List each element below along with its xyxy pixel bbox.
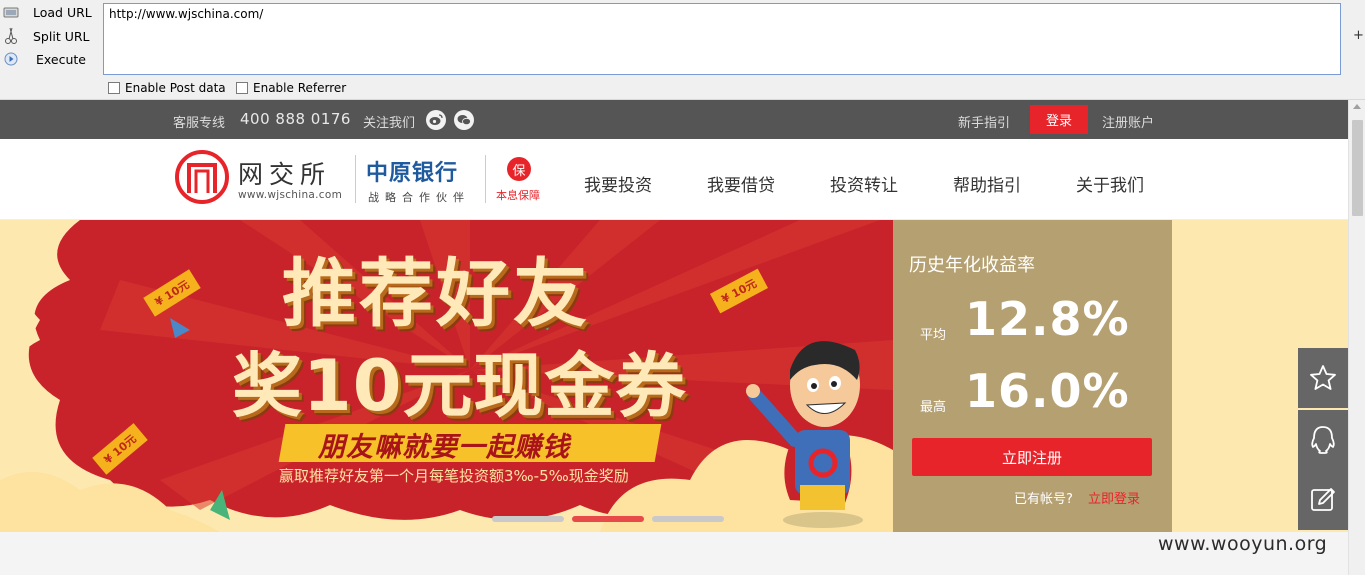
- nav-invest[interactable]: 我要投资: [584, 171, 652, 196]
- scroll-up-icon[interactable]: [1353, 104, 1361, 109]
- has-account-text: 已有帐号?: [1014, 492, 1073, 507]
- scrollbar-thumb[interactable]: [1352, 120, 1363, 216]
- split-url-label: Split URL: [33, 28, 90, 44]
- promo-headline-1: 推荐好友: [282, 251, 590, 337]
- login-now-link[interactable]: 立即登录: [1088, 488, 1140, 507]
- edit-icon: [1311, 488, 1335, 511]
- slide-dot[interactable]: [572, 516, 644, 522]
- expand-icon[interactable]: +: [1353, 28, 1364, 43]
- checkbox-box[interactable]: [108, 82, 120, 94]
- feedback-button[interactable]: [1298, 470, 1348, 530]
- checkbox-box[interactable]: [236, 82, 248, 94]
- star-icon: [1310, 365, 1336, 390]
- promo-slogan: 朋友嘛就要一起赚钱: [318, 432, 570, 463]
- url-input[interactable]: [103, 3, 1341, 75]
- newbie-guide-link[interactable]: 新手指引: [958, 112, 1010, 131]
- play-icon: [1, 49, 21, 69]
- guarantee-label: 本息保障: [496, 189, 540, 202]
- promo-banner[interactable]: 推荐好友 奖10元现金券 朋友嘛就要一起赚钱 赢取推荐好友第一个月每笔投资额3‰…: [0, 220, 1348, 532]
- enable-referrer-checkbox[interactable]: Enable Referrer: [236, 81, 346, 95]
- enable-referrer-label: Enable Referrer: [253, 81, 347, 95]
- nav-borrow[interactable]: 我要借贷: [707, 171, 775, 196]
- hackbar-toolbar: Load URL Split URL Execute + Enable Post…: [0, 0, 1365, 100]
- slide-dot[interactable]: [492, 516, 564, 522]
- divider: [485, 155, 486, 203]
- slide-indicators: [492, 516, 724, 522]
- promo-headline-2: 奖10元现金券: [232, 345, 687, 427]
- register-now-button[interactable]: 立即注册: [912, 438, 1152, 476]
- split-url-button[interactable]: Split URL: [0, 25, 90, 47]
- logo-url: www.wjschina.com: [238, 189, 343, 201]
- enable-post-label: Enable Post data: [125, 81, 226, 95]
- service-phone: 400 888 0176: [240, 110, 351, 128]
- weibo-icon[interactable]: [426, 110, 446, 130]
- max-rate: 16.0%: [965, 364, 1130, 418]
- nav-transfer[interactable]: 投资转让: [830, 171, 898, 196]
- yield-title: 历史年化收益率: [909, 255, 1035, 276]
- nav-help[interactable]: 帮助指引: [953, 171, 1021, 196]
- login-button[interactable]: 登录: [1030, 105, 1088, 134]
- partner-bank-subtitle: 战略合作伙伴: [368, 191, 470, 204]
- partner-bank-name: 中原银行: [366, 161, 459, 186]
- average-rate: 12.8%: [965, 292, 1130, 346]
- site-header: 网交所 www.wjschina.com 中原银行 战略合作伙伴 保 本息保障 …: [0, 139, 1348, 220]
- qq-icon: [1311, 426, 1335, 454]
- watermark: www.wooyun.org: [1158, 533, 1328, 555]
- promo-subtitle: 赢取推荐好友第一个月每笔投资额3‰-5‰现金奖励: [279, 467, 629, 485]
- wechat-icon[interactable]: [454, 110, 474, 130]
- service-label: 客服专线: [173, 116, 226, 131]
- load-url-icon: [1, 2, 21, 22]
- max-label: 最高: [920, 400, 947, 415]
- site-logo-icon[interactable]: [174, 149, 230, 205]
- qq-service-button[interactable]: [1298, 410, 1348, 470]
- vertical-scrollbar[interactable]: [1348, 100, 1365, 575]
- execute-label: Execute: [36, 51, 86, 67]
- guarantee-icon: 保: [507, 157, 531, 181]
- top-bar: 客服专线 400 888 0176 关注我们 新手指引 登录 注册账户: [0, 100, 1348, 139]
- execute-button[interactable]: Execute: [0, 48, 86, 70]
- load-url-button[interactable]: Load URL: [0, 1, 92, 23]
- yield-panel: 历史年化收益率 平均 12.8% 最高 16.0% 立即注册 已有帐号? 立即登…: [893, 220, 1172, 532]
- divider: [355, 155, 356, 203]
- scissors-icon: [1, 26, 21, 46]
- enable-post-checkbox[interactable]: Enable Post data: [108, 81, 226, 95]
- slide-dot[interactable]: [652, 516, 724, 522]
- follow-label: 关注我们: [363, 116, 416, 131]
- page-viewport: 客服专线 400 888 0176 关注我们 新手指引 登录 注册账户 网交所 …: [0, 100, 1365, 575]
- nav-about[interactable]: 关于我们: [1076, 171, 1144, 196]
- load-url-label: Load URL: [33, 4, 92, 20]
- register-link[interactable]: 注册账户: [1102, 112, 1154, 131]
- favorite-button[interactable]: [1298, 348, 1348, 408]
- logo-name[interactable]: 网交所: [238, 155, 331, 191]
- average-label: 平均: [920, 328, 947, 343]
